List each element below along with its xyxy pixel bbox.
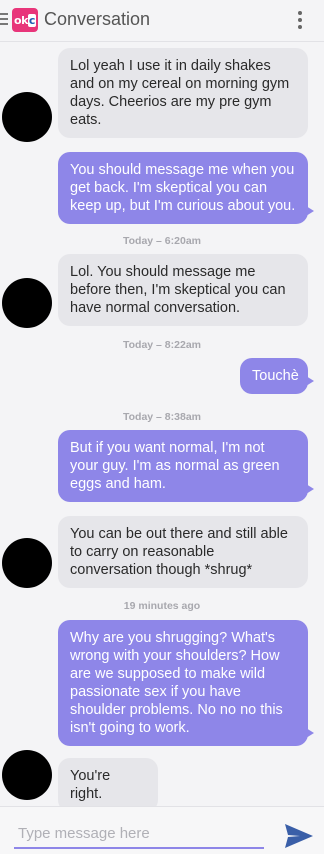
timestamp: Today – 8:22am (122, 339, 201, 351)
message-outgoing: Why are you shrugging? What's wrong with… (58, 620, 314, 746)
message-outgoing: Touchè (240, 358, 314, 394)
avatar[interactable] (2, 278, 52, 328)
timestamp: 19 minutes ago (123, 600, 201, 612)
avatar[interactable] (2, 92, 52, 142)
avatar[interactable] (2, 538, 52, 588)
send-icon[interactable] (284, 823, 314, 849)
avatar[interactable] (2, 750, 52, 800)
message-composer (0, 806, 324, 854)
message-incoming: Lol. You should message me before then, … (58, 254, 308, 326)
page-title: Conversation (44, 9, 151, 29)
message-incoming: Lol yeah I use it in daily shakes and on… (58, 48, 308, 138)
message-input[interactable] (14, 819, 264, 849)
hamburger-menu-icon[interactable] (0, 13, 8, 27)
app-bar: ok c Conversation (0, 0, 324, 42)
timestamp: Today – 8:38am (122, 411, 201, 423)
message-incoming: You can be out there and still able to c… (58, 516, 308, 588)
message-feed[interactable]: Lol yeah I use it in daily shakes and on… (0, 42, 324, 812)
okc-logo: ok c (12, 8, 38, 32)
timestamp: Today – 6:20am (122, 235, 201, 247)
message-outgoing: But if you want normal, I'm not your guy… (58, 430, 314, 502)
more-vertical-icon[interactable] (298, 11, 302, 32)
message-outgoing: You should message me when you get back.… (58, 152, 314, 224)
message-incoming: You're right. (58, 758, 158, 812)
